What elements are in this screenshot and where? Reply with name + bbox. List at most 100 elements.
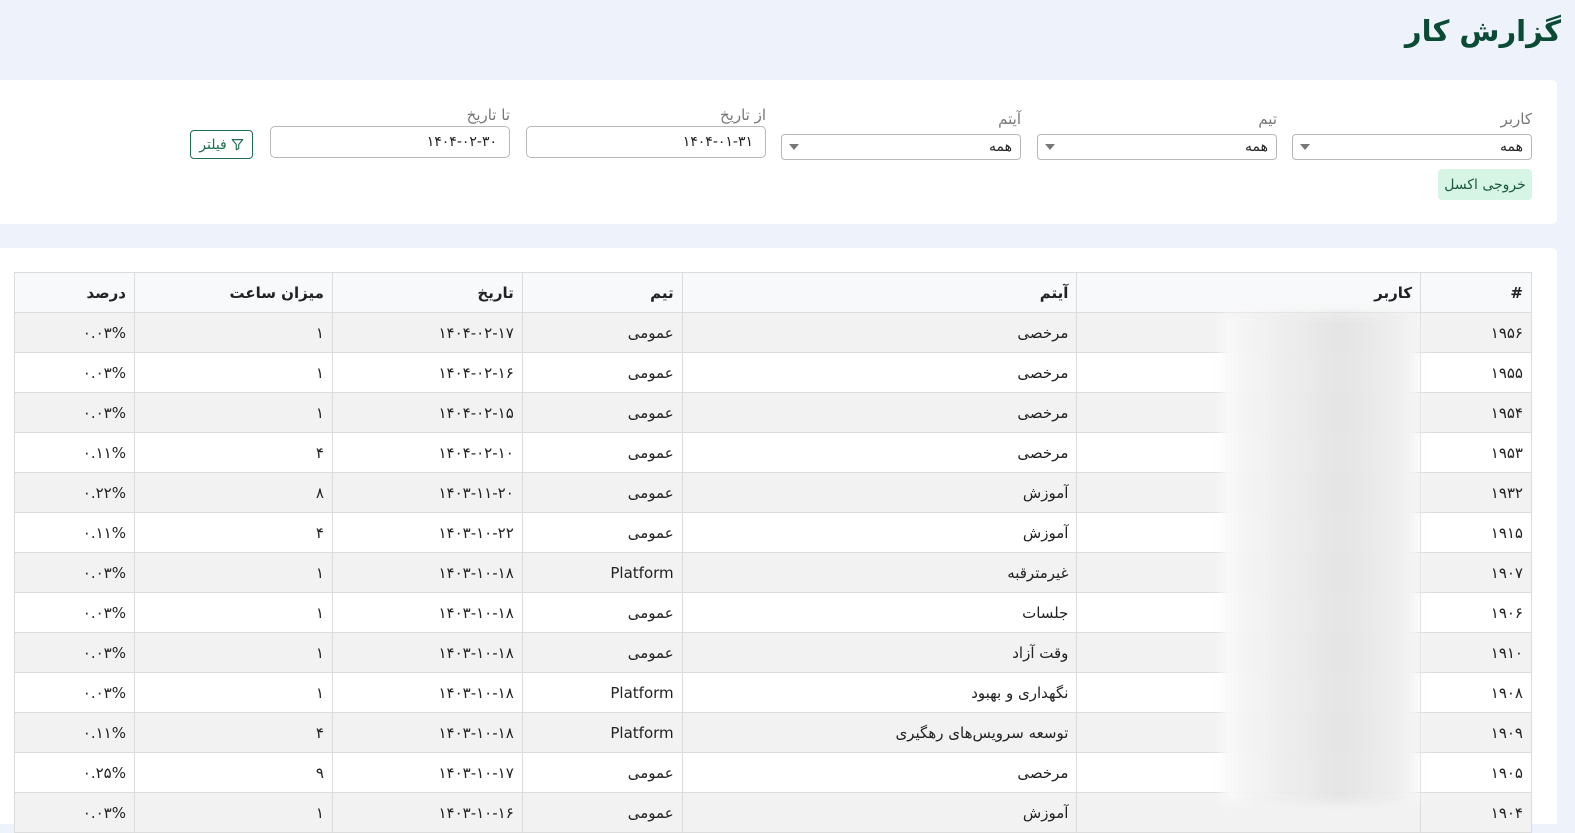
- cell-hours: ۱: [133, 312, 333, 353]
- user-filter: کاربر همه: [1292, 110, 1532, 162]
- cell-user: [1076, 672, 1422, 713]
- cell-user: [1076, 592, 1422, 633]
- cell-team: عمومی: [521, 312, 683, 353]
- cell-percent: ۰.۰۳%: [14, 672, 135, 713]
- cell-team: عمومی: [521, 392, 683, 433]
- user-select-value: همه: [1500, 139, 1523, 155]
- cell-id: ۱۹۵۴: [1420, 392, 1532, 433]
- team-select-value: همه: [1245, 139, 1268, 155]
- table-row: ۱۹۳۲ آموزش عمومی ۱۴۰۳-۱۱-۲۰ ۸ ۰.۲۲%: [14, 472, 1532, 513]
- cell-user: [1076, 472, 1422, 513]
- table-row: ۱۹۵۵ مرخصی عمومی ۱۴۰۴-۰۲-۱۶ ۱ ۰.۰۳%: [14, 352, 1532, 393]
- cell-item: غیرمترقبه: [681, 552, 1078, 593]
- cell-hours: ۱: [133, 792, 333, 833]
- cell-date: ۱۴۰۳-۱۰-۱۸: [331, 632, 523, 673]
- cell-id: ۱۹۵۶: [1420, 312, 1532, 353]
- column-header[interactable]: میزان ساعت: [133, 272, 333, 313]
- table-row: ۱۹۱۵ آموزش عمومی ۱۴۰۳-۱۰-۲۲ ۴ ۰.۱۱%: [14, 512, 1532, 553]
- cell-id: ۱۹۰۹: [1420, 712, 1532, 753]
- cell-team: عمومی: [521, 592, 683, 633]
- cell-team: عمومی: [521, 632, 683, 673]
- cell-date: ۱۴۰۳-۱۰-۱۷: [331, 752, 523, 793]
- cell-percent: ۰.۰۳%: [14, 792, 135, 833]
- team-filter: تیم همه: [1037, 110, 1277, 162]
- cell-user: [1076, 352, 1422, 393]
- filter-button-label: فیلتر: [199, 136, 227, 153]
- table-row: ۱۹۰۷ غیرمترقبه Platform ۱۴۰۳-۱۰-۱۸ ۱ ۰.۰۳%: [14, 552, 1532, 593]
- from-date-filter: از تاریخ: [526, 106, 766, 162]
- cell-percent: ۰.۰۳%: [14, 632, 135, 673]
- column-header[interactable]: درصد: [14, 272, 135, 313]
- filter-button[interactable]: فیلتر: [190, 130, 253, 159]
- item-select[interactable]: همه: [781, 134, 1021, 160]
- table-row: ۱۹۰۵ مرخصی عمومی ۱۴۰۳-۱۰-۱۷ ۹ ۰.۲۵%: [14, 752, 1532, 793]
- cell-date: ۱۴۰۴-۰۲-۱۷: [331, 312, 523, 353]
- cell-item: مرخصی: [681, 352, 1078, 393]
- cell-team: Platform: [521, 672, 683, 713]
- cell-hours: ۱: [133, 672, 333, 713]
- cell-percent: ۰.۰۳%: [14, 312, 135, 353]
- to-date-filter: تا تاریخ: [270, 106, 510, 162]
- cell-hours: ۱: [133, 552, 333, 593]
- cell-team: عمومی: [521, 512, 683, 553]
- cell-percent: ۰.۰۳%: [14, 352, 135, 393]
- cell-date: ۱۴۰۳-۱۰-۱۸: [331, 672, 523, 713]
- item-filter: آیتم همه: [781, 110, 1021, 162]
- cell-team: عمومی: [521, 352, 683, 393]
- from-date-label: از تاریخ: [719, 106, 766, 124]
- column-header[interactable]: تیم: [521, 272, 683, 313]
- table-row: ۱۹۰۸ نگهداری و بهبود Platform ۱۴۰۳-۱۰-۱۸ ۱ ۰.…: [14, 672, 1532, 713]
- excel-export-button[interactable]: خروجی اکسل: [1438, 169, 1532, 200]
- cell-item: آموزش: [681, 512, 1078, 553]
- cell-user: [1076, 432, 1422, 473]
- cell-item: آموزش: [681, 792, 1078, 833]
- table-row: ۱۹۱۰ وقت آزاد عمومی ۱۴۰۳-۱۰-۱۸ ۱ ۰.۰۳%: [14, 632, 1532, 673]
- cell-hours: ۴: [133, 432, 333, 473]
- cell-date: ۱۴۰۳-۱۰-۱۸: [331, 712, 523, 753]
- cell-id: ۱۹۰۷: [1420, 552, 1532, 593]
- cell-percent: ۰.۰۳%: [14, 392, 135, 433]
- cell-user: [1076, 552, 1422, 593]
- cell-team: Platform: [521, 552, 683, 593]
- cell-user: [1076, 312, 1422, 353]
- cell-id: ۱۹۰۸: [1420, 672, 1532, 713]
- cell-user: [1076, 632, 1422, 673]
- cell-percent: ۰.۲۵%: [14, 752, 135, 793]
- cell-item: مرخصی: [681, 312, 1078, 353]
- cell-item: توسعه سرویس‌های رهگیری: [681, 712, 1078, 753]
- cell-id: ۱۹۳۲: [1420, 472, 1532, 513]
- user-select[interactable]: همه: [1292, 134, 1532, 160]
- cell-user: [1076, 392, 1422, 433]
- cell-item: مرخصی: [681, 752, 1078, 793]
- to-date-input[interactable]: [270, 126, 510, 158]
- table-row: ۱۹۰۶ جلسات عمومی ۱۴۰۳-۱۰-۱۸ ۱ ۰.۰۳%: [14, 592, 1532, 633]
- column-header[interactable]: کاربر: [1076, 272, 1422, 313]
- cell-user: [1076, 512, 1422, 553]
- cell-date: ۱۴۰۳-۱۰-۱۶: [331, 792, 523, 833]
- column-header[interactable]: آیتم: [681, 272, 1078, 313]
- table-row: ۱۹۰۹ توسعه سرویس‌های رهگیری Platform ۱۴۰۳-۱…: [14, 712, 1532, 753]
- team-select[interactable]: همه: [1037, 134, 1277, 160]
- cell-team: Platform: [521, 712, 683, 753]
- table-row: ۱۹۰۴ آموزش عمومی ۱۴۰۳-۱۰-۱۶ ۱ ۰.۰۳%: [14, 792, 1532, 833]
- cell-date: ۱۴۰۴-۰۲-۱۵: [331, 392, 523, 433]
- cell-item: جلسات: [681, 592, 1078, 633]
- chevron-down-icon: [1045, 144, 1055, 150]
- column-header[interactable]: #: [1420, 272, 1532, 313]
- chevron-down-icon: [789, 144, 799, 150]
- report-table: # کاربر آیتم تیم تاریخ میزان ساعت درصد ۱…: [14, 272, 1532, 833]
- cell-date: ۱۴۰۳-۱۱-۲۰: [331, 472, 523, 513]
- table-row: ۱۹۵۴ مرخصی عمومی ۱۴۰۴-۰۲-۱۵ ۱ ۰.۰۳%: [14, 392, 1532, 433]
- cell-id: ۱۹۰۴: [1420, 792, 1532, 833]
- page-title: گزارش کار: [1404, 14, 1561, 48]
- user-filter-label: کاربر: [1500, 110, 1532, 128]
- report-panel: # کاربر آیتم تیم تاریخ میزان ساعت درصد ۱…: [0, 248, 1557, 833]
- from-date-input[interactable]: [526, 126, 766, 158]
- cell-hours: ۱: [133, 352, 333, 393]
- cell-id: ۱۹۰۶: [1420, 592, 1532, 633]
- table-row: ۱۹۵۳ مرخصی عمومی ۱۴۰۴-۰۲-۱۰ ۴ ۰.۱۱%: [14, 432, 1532, 473]
- cell-team: عمومی: [521, 472, 683, 513]
- cell-percent: ۰.۰۳%: [14, 592, 135, 633]
- column-header[interactable]: تاریخ: [331, 272, 523, 313]
- cell-team: عمومی: [521, 432, 683, 473]
